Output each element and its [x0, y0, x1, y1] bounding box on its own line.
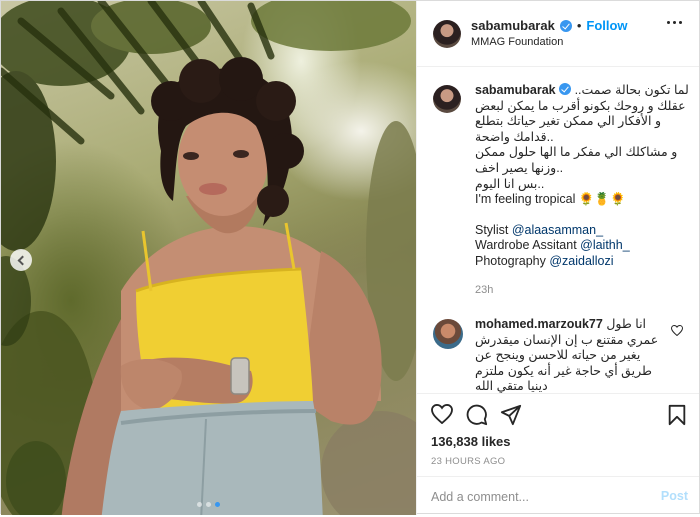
comment-line: يغير من حياته للاحسن وينجح عن [475, 348, 641, 363]
caption-line: لما تكون بحالة صمت.. [574, 83, 689, 97]
carousel-indicator [1, 502, 416, 507]
instagram-post: sabamubarak • Follow MMAG Foundation sab… [0, 0, 700, 515]
comment-text: mohamed.marzouk77 انا طول عمري مقتنع ب إ… [475, 317, 675, 393]
credit-line: Stylist @alaasamman_ [475, 223, 699, 239]
verified-badge-icon [559, 19, 572, 32]
header-user-line: sabamubarak • Follow [471, 18, 628, 33]
commenter-avatar[interactable] [433, 319, 463, 349]
like-count[interactable]: 136,838 likes [431, 434, 511, 449]
caption-first-line: sabamubarak لما تكون بحالة صمت.. [475, 83, 699, 99]
comment-line: طريق أي حاجة غير أنه يكون ملتزم [475, 363, 652, 378]
comment-line: عمري مقتنع ب إن الإنسان ميقدرش [475, 332, 659, 347]
caption-line: عقلك و روحك بكونو أقرب ما يمكن لبعض [475, 98, 686, 113]
author-username[interactable]: sabamubarak [471, 18, 555, 33]
caption-timestamp[interactable]: 23h [475, 283, 699, 299]
header-separator: • [576, 18, 582, 33]
more-options-icon[interactable] [667, 21, 687, 24]
comment-line: دينيا متقي الله [475, 379, 548, 393]
caption-line: I'm feeling tropical 🌻🍍🌻 [475, 192, 626, 207]
credit-role: Stylist [475, 222, 512, 237]
photo-illustration [1, 1, 416, 515]
credit-role: Photography [475, 253, 550, 268]
mention-link[interactable]: @zaidallozi [549, 254, 613, 268]
author-avatar[interactable] [433, 20, 461, 48]
caption-line: و مشاكلك الي مفكر ما الها حلول ممكن [475, 145, 678, 160]
comment-icon[interactable] [466, 404, 488, 426]
comment-like-heart-icon[interactable] [671, 325, 683, 336]
heart-icon[interactable] [431, 404, 453, 424]
caption-line: و الأفكار الي ممكن تغير حياتك بتطلع [475, 114, 662, 129]
bookmark-icon[interactable] [667, 404, 687, 426]
post-comment-button[interactable]: Post [661, 489, 688, 503]
add-comment-bar: Post [417, 476, 699, 516]
credit-line: Wardrobe Assitant @laithh_ [475, 238, 699, 254]
comments-section[interactable]: sabamubarak لما تكون بحالة صمت.. عقلك و … [417, 68, 699, 393]
credit-role: Wardrobe Assitant [475, 238, 581, 253]
caption-avatar[interactable] [433, 85, 461, 113]
caption-username[interactable]: sabamubarak [475, 83, 556, 97]
carousel-dot-active [215, 502, 220, 507]
commenter-username[interactable]: mohamed.marzouk77 [475, 317, 603, 331]
post-header: sabamubarak • Follow MMAG Foundation [417, 1, 699, 67]
caption-line: ..بس انا اليوم [475, 176, 545, 191]
post-location[interactable]: MMAG Foundation [471, 36, 563, 48]
post-actions: 136,838 likes 23 HOURS AGO Post [417, 393, 699, 517]
post-caption: sabamubarak لما تكون بحالة صمت.. عقلك و … [475, 83, 699, 298]
chevron-left-icon [17, 255, 28, 265]
post-time[interactable]: 23 HOURS AGO [431, 456, 505, 467]
carousel-dot [206, 502, 211, 507]
caption-line: ..وزنها يصير اخف [475, 160, 564, 175]
carousel-dot [197, 502, 202, 507]
verified-badge-icon [559, 83, 572, 95]
comment-line: انا طول [606, 317, 647, 331]
carousel-prev-button[interactable] [10, 249, 32, 271]
credit-line: Photography @zaidallozi [475, 254, 699, 270]
mention-link[interactable]: @laithh_ [580, 238, 630, 252]
mention-link[interactable]: @alaasamman_ [512, 223, 603, 237]
follow-button[interactable]: Follow [586, 18, 627, 33]
post-side-panel: sabamubarak • Follow MMAG Foundation sab… [416, 1, 699, 515]
post-photo[interactable] [1, 1, 416, 515]
add-comment-input[interactable] [431, 487, 641, 507]
caption-line: ..قدامك واضحة [475, 129, 554, 144]
share-icon[interactable] [500, 404, 522, 426]
